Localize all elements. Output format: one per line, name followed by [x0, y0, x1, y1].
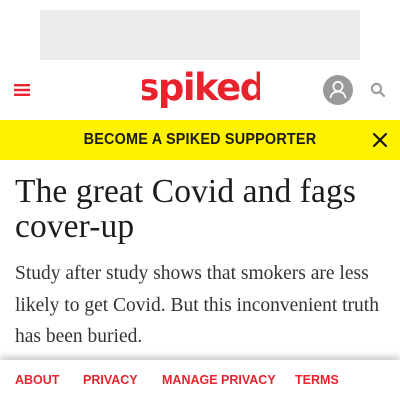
footer-links-bar: ABOUT PRIVACY MANAGE PRIVACY TERMS: [0, 360, 400, 400]
article-standfirst: Study after study shows that smokers are…: [15, 263, 379, 347]
article-headline: The great Covid and fags cover-up: [15, 173, 357, 245]
hamburger-menu-icon: [14, 84, 30, 96]
menu-button[interactable]: [12, 81, 32, 99]
footer-link-about[interactable]: ABOUT: [15, 373, 59, 387]
supporter-banner: BECOME A SPIKED SUPPORTER: [0, 120, 400, 160]
become-supporter-link[interactable]: BECOME A SPIKED SUPPORTER: [14, 120, 386, 160]
footer-link-privacy[interactable]: PRIVACY: [83, 373, 138, 387]
site-header: spiked: [0, 60, 400, 120]
close-icon: [372, 132, 388, 148]
logo-text: spiked: [142, 66, 260, 109]
footer-link-manage-privacy[interactable]: MANAGE PRIVACY: [162, 373, 276, 387]
site-logo[interactable]: spiked: [142, 65, 260, 113]
advertisement-placeholder: [40, 10, 360, 60]
footer-link-terms[interactable]: TERMS: [295, 373, 339, 387]
search-button[interactable]: [369, 81, 387, 99]
account-button[interactable]: [322, 74, 354, 106]
user-account-icon: [323, 75, 353, 105]
search-icon: [370, 82, 386, 98]
banner-close-button[interactable]: [371, 131, 389, 149]
